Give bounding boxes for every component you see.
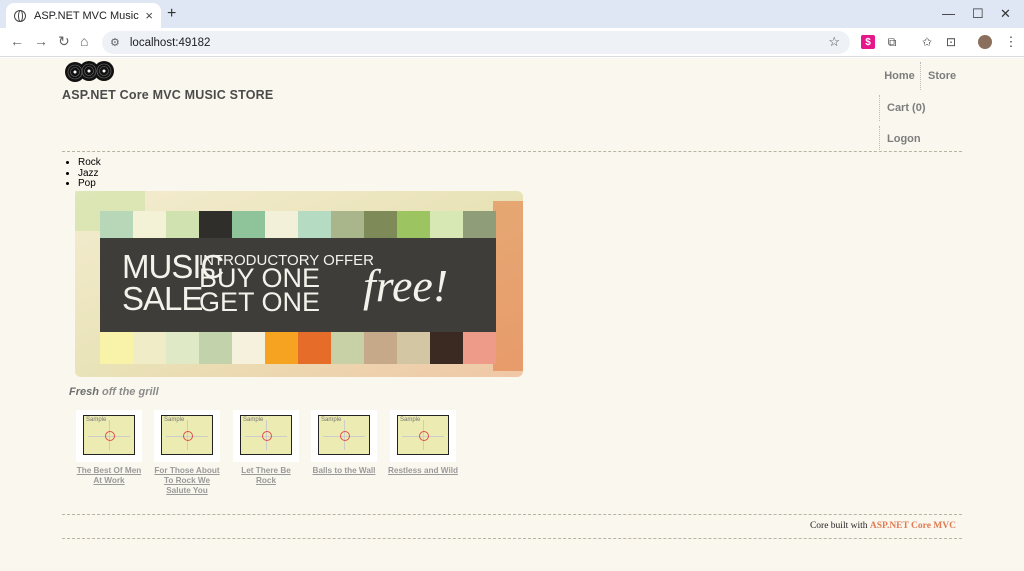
section-heading: Fresh off the grill <box>69 386 159 398</box>
nav-logon-link[interactable]: Logon <box>879 126 963 152</box>
bookmark-star-icon[interactable]: ☆ <box>828 34 840 50</box>
art-label: Sample <box>164 417 185 423</box>
home-icon[interactable]: ⌂ <box>80 33 88 49</box>
album-thumb[interactable]: Sample <box>76 410 142 462</box>
album-art-placeholder: Sample <box>318 415 370 455</box>
nav-store-link[interactable]: Store <box>924 62 962 90</box>
extension-dollar-icon[interactable]: $ <box>861 35 875 49</box>
album-card[interactable]: Sample For Those About To Rock We Salute… <box>152 410 222 496</box>
genre-list: Rock Jazz Pop <box>78 157 101 190</box>
banner-sale-text: SALE <box>122 280 202 317</box>
footer-text: Core built with ASP.NET Core MVC <box>810 521 956 531</box>
banner-get-text: GET ONE <box>199 287 320 317</box>
album-art-placeholder: Sample <box>397 415 449 455</box>
album-card[interactable]: Sample Restless and Wild <box>388 410 458 476</box>
site-footer: Core built with ASP.NET Core MVC <box>62 514 962 539</box>
album-card[interactable]: Sample Let There Be Rock <box>231 410 301 486</box>
close-window-icon[interactable]: ✕ <box>1000 6 1011 22</box>
nav-home-link[interactable]: Home <box>879 62 921 90</box>
album-card[interactable]: Sample Balls to the Wall <box>309 410 379 476</box>
nav-cart-link[interactable]: Cart (0) <box>879 95 963 121</box>
favorites-icon[interactable]: ✩ <box>920 35 934 49</box>
album-title-link[interactable]: For Those About To Rock We Salute You <box>152 466 222 496</box>
crosshair-icon <box>105 431 115 441</box>
album-thumb[interactable]: Sample <box>233 410 299 462</box>
crosshair-icon <box>340 431 350 441</box>
top-swatches <box>100 211 496 238</box>
forward-icon[interactable]: → <box>34 33 48 49</box>
crosshair-icon <box>262 431 272 441</box>
album-title-link[interactable]: Let There Be Rock <box>231 466 301 486</box>
site-header: ASP.NET Core MVC MUSIC STORE Home Store … <box>62 58 962 152</box>
site-info-icon[interactable]: ⚙ <box>110 36 120 49</box>
maximize-icon[interactable]: ☐ <box>972 6 984 22</box>
music-sale-banner: MUSIC SALE INTRODUCTORY OFFER BUY ONE GE… <box>75 191 523 377</box>
album-title-link[interactable]: Balls to the Wall <box>309 466 379 476</box>
extensions-puzzle-icon[interactable]: ⧉ <box>885 35 899 49</box>
browser-tab[interactable]: ASP.NET MVC Music Store × <box>6 3 161 28</box>
page-content: ASP.NET Core MVC MUSIC STORE Home Store … <box>0 58 1024 571</box>
tab-title: ASP.NET MVC Music Store <box>34 9 139 22</box>
site-title: ASP.NET Core MVC MUSIC STORE <box>62 88 274 102</box>
section-heading-strong: Fresh <box>69 386 99 398</box>
album-thumb[interactable]: Sample <box>390 410 456 462</box>
reload-icon[interactable]: ↻ <box>58 33 70 50</box>
art-label: Sample <box>243 417 264 423</box>
art-label: Sample <box>400 417 421 423</box>
section-heading-rest: off the grill <box>98 386 159 398</box>
profile-avatar[interactable] <box>978 35 992 49</box>
album-thumb[interactable]: Sample <box>154 410 220 462</box>
album-art-placeholder: Sample <box>161 415 213 455</box>
tab-close-icon[interactable]: × <box>145 8 153 23</box>
footer-prefix: Core built with <box>809 521 870 531</box>
album-title-link[interactable]: Restless and Wild <box>388 466 458 476</box>
globe-icon <box>14 9 26 22</box>
album-thumb[interactable]: Sample <box>311 410 377 462</box>
album-art-placeholder: Sample <box>240 415 292 455</box>
vinyl-records-logo[interactable] <box>64 60 118 84</box>
browser-toolbar: ← → ↻ ⌂ ⚙ localhost:49182 ☆ $ ⧉ ✩ ⊡ ⋮ <box>0 28 1024 57</box>
album-card[interactable]: Sample The Best Of Men At Work <box>74 410 144 486</box>
tab-search-icon[interactable]: ⊡ <box>944 35 958 49</box>
menu-icon[interactable]: ⋮ <box>1004 34 1018 49</box>
banner-free-text: free! <box>363 260 448 311</box>
genre-item[interactable]: Pop <box>78 178 101 190</box>
new-tab-button[interactable]: + <box>167 5 176 23</box>
address-bar[interactable]: ⚙ localhost:49182 ☆ <box>102 31 850 54</box>
url-text: localhost:49182 <box>129 36 211 49</box>
album-title-link[interactable]: The Best Of Men At Work <box>74 466 144 486</box>
crosshair-icon <box>419 431 429 441</box>
art-label: Sample <box>321 417 342 423</box>
bottom-swatches <box>100 332 496 364</box>
browser-tabbar: ASP.NET MVC Music Store × + — ☐ ✕ <box>0 0 1024 28</box>
crosshair-icon <box>183 431 193 441</box>
minimize-icon[interactable]: — <box>942 6 955 21</box>
genre-item[interactable]: Rock <box>78 157 101 169</box>
footer-aspnet-link[interactable]: ASP.NET Core MVC <box>870 521 956 531</box>
back-icon[interactable]: ← <box>10 33 24 49</box>
art-label: Sample <box>86 417 107 423</box>
album-art-placeholder: Sample <box>83 415 135 455</box>
